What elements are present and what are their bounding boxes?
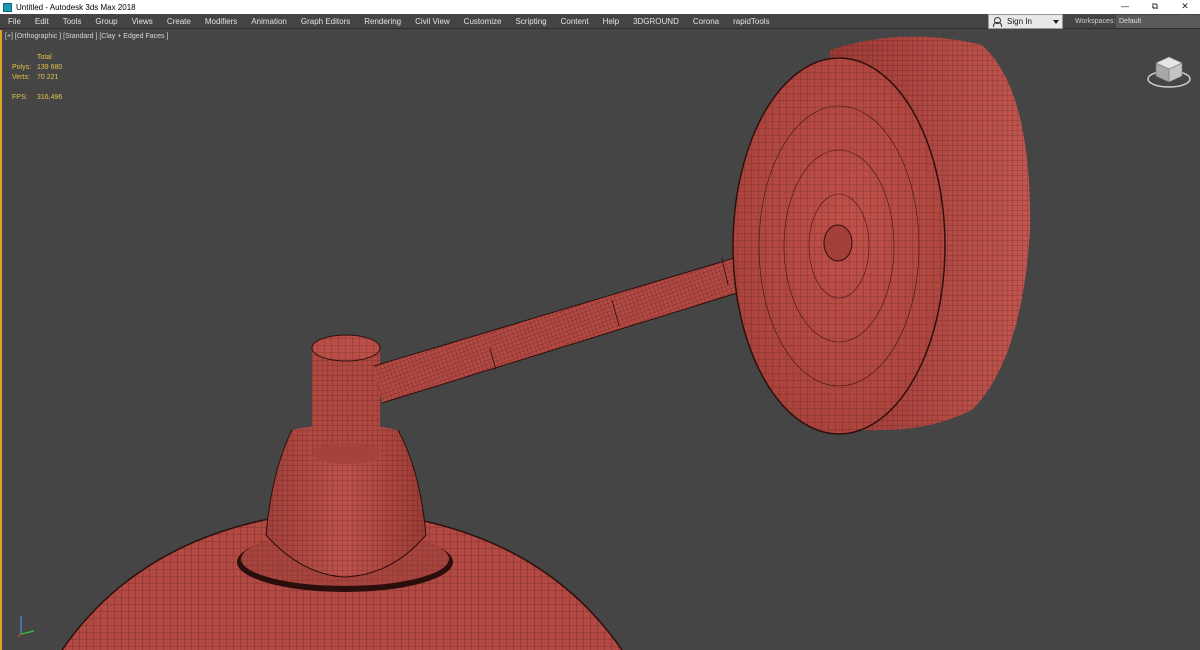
close-icon[interactable]: ✕ [1170,0,1200,14]
menu-item-group[interactable]: Group [88,14,124,29]
menu-item-corona[interactable]: Corona [686,14,726,29]
verts-value: 70 221 [37,74,59,81]
menu-item-civil-view[interactable]: Civil View [408,14,457,29]
menu-item-modifiers[interactable]: Modifiers [198,14,244,29]
socket-cylinder [311,334,381,464]
app-icon [3,2,12,12]
window-controls: — ⧉ ✕ [1110,0,1200,14]
fps-label: FPS: [12,94,28,101]
menu-item-help[interactable]: Help [596,14,626,29]
fps-value: 316,496 [37,94,63,101]
workspace-dropdown[interactable]: Default [1116,15,1200,28]
menu-item-animation[interactable]: Animation [244,14,294,29]
window-title: Untitled - Autodesk 3ds Max 2018 [16,2,136,12]
menu-item-edit[interactable]: Edit [28,14,56,29]
menu-bar: File Edit Tools Group Views Create Modifiers An… [0,14,1200,29]
restore-icon[interactable]: ⧉ [1140,0,1170,14]
sign-in-label: Sign In [1007,17,1032,26]
polys-label: Polys: [12,64,32,71]
polys-value: 139 680 [37,64,63,71]
perspective-viewport[interactable]: [+] [Orthographic ] [Standard ] [Clay + … [0,30,1200,650]
menu-items: File Edit Tools Group Views Create Modifiers An… [0,14,777,29]
title-bar: Untitled - Autodesk 3ds Max 2018 — ⧉ ✕ [0,0,1200,14]
user-icon [992,17,1002,27]
menu-item-create[interactable]: Create [160,14,198,29]
minimize-icon[interactable]: — [1110,0,1140,14]
menu-item-rapidtools[interactable]: rapidTools [726,14,776,29]
menu-item-customize[interactable]: Customize [457,14,509,29]
sign-in-button[interactable]: Sign In [988,14,1063,29]
viewport-statistics: Total Polys: 139 680 Verts: 70 221 FPS: … [12,53,62,103]
stats-spacer [12,83,62,93]
verts-label: Verts: [12,74,30,81]
chevron-down-icon [1053,20,1059,24]
menu-item-file[interactable]: File [0,14,28,29]
workspaces-label: Workspaces: [1075,18,1116,25]
axis-tripod-icon [17,616,35,638]
menu-item-graph-editors[interactable]: Graph Editors [294,14,357,29]
menu-item-3dground[interactable]: 3DGROUND [626,14,686,29]
viewcube-icon[interactable] [1146,51,1192,91]
menu-item-rendering[interactable]: Rendering [357,14,408,29]
scene-3d-mesh[interactable] [2,30,1200,650]
stats-header: Total [37,54,52,61]
menu-item-content[interactable]: Content [554,14,596,29]
viewport-label-menu[interactable]: [+] [Orthographic ] [Standard ] [Clay + … [5,33,168,40]
menu-item-tools[interactable]: Tools [56,14,89,29]
menu-item-views[interactable]: Views [125,14,160,29]
stats-polys-row: Polys: 139 680 [12,63,62,73]
stats-verts-row: Verts: 70 221 [12,73,62,83]
stats-fps-row: FPS: 316,496 [12,93,62,103]
wall-plate-disk [732,36,1031,435]
menu-item-scripting[interactable]: Scripting [508,14,553,29]
